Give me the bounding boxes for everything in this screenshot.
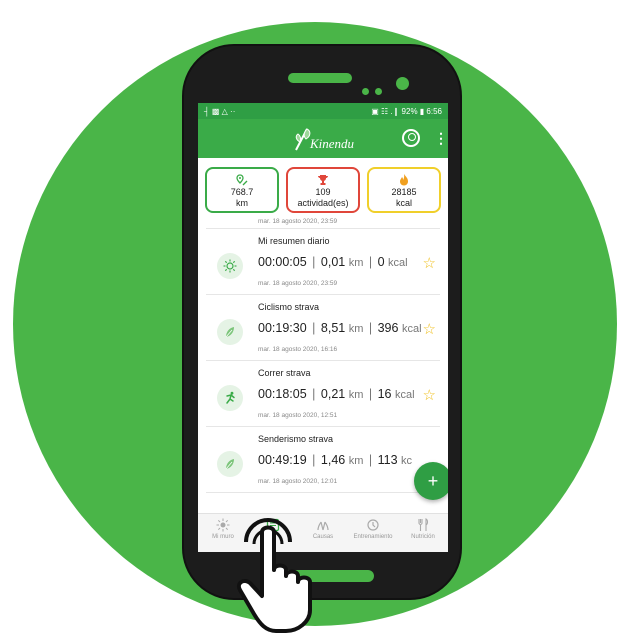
separator: | (312, 453, 316, 467)
activity-kcal: 16 (377, 387, 392, 401)
stats-row: 768.7 km 109 actividad(es) 28185 kcal (198, 158, 448, 217)
activity-date: mar. 18 agosto 2020, 23:59 (258, 280, 338, 287)
activity-time: 00:49:19 (258, 453, 307, 467)
activity-name: Senderismo strava (258, 434, 334, 444)
distance-unit: km (348, 257, 364, 269)
stat-activities-card[interactable]: 109 actividad(es) (286, 167, 360, 213)
distance-unit: km (348, 389, 364, 401)
activity-name: Correr strava (258, 368, 311, 378)
status-right-text: ▣ ☷ .❙ 92% ▮ 6:56 (371, 106, 442, 116)
status-bar: ┤ ▩ △ ·· ▣ ☷ .❙ 92% ▮ 6:56 (198, 103, 448, 119)
sun-icon (217, 253, 243, 279)
separator: | (312, 321, 316, 335)
add-activity-button[interactable]: + (414, 462, 448, 500)
running-icon (217, 385, 243, 411)
stat-kcal-card[interactable]: 28185 kcal (367, 167, 441, 213)
separator: | (312, 255, 316, 269)
training-icon (367, 519, 379, 531)
favorite-star-icon[interactable]: ☆ (423, 254, 436, 272)
phone-sensor (375, 88, 382, 95)
favorite-star-icon[interactable]: ☆ (423, 386, 436, 404)
activity-values: 00:49:19 | 1,46 km | 113 kc (258, 453, 412, 467)
list-item[interactable]: Senderismo strava 00:49:19 | 1,46 km | 1… (206, 427, 440, 493)
phone-sensor (362, 88, 369, 95)
activity-values: 00:19:30 | 8,51 km | 396 kcal (258, 321, 422, 335)
nav-label: Entrenamiento (353, 534, 393, 540)
activity-time: 00:00:05 (258, 255, 307, 269)
app-bar: Kinendu ⋮ (198, 119, 448, 158)
activity-kcal: 113 (377, 453, 398, 467)
list-item[interactable]: Correr strava 00:18:05 | 0,21 km | 16 kc… (206, 361, 440, 427)
favorite-star-icon[interactable]: ☆ (423, 320, 436, 338)
list-item[interactable]: Ciclismo strava 00:19:30 | 8,51 km | 396… (206, 295, 440, 361)
activity-values: 00:18:05 | 0,21 km | 16 kcal (258, 387, 415, 401)
stat-activities-value: 109 (315, 186, 331, 197)
kcal-unit: kcal (401, 323, 422, 335)
list-item-date: mar. 18 agosto 2020, 23:59 (206, 217, 440, 229)
stat-distance-unit: km (236, 197, 248, 208)
activity-list: mar. 18 agosto 2020, 23:59 Mi resumen di… (198, 217, 448, 493)
leaf-icon (217, 451, 243, 477)
nav-label: Nutrición (411, 534, 435, 540)
distance-unit: km (348, 323, 364, 335)
activity-time: 00:19:30 (258, 321, 307, 335)
leaf-icon (217, 319, 243, 345)
kcal-unit: kcal (395, 389, 415, 401)
nav-label: Mi muro (212, 534, 234, 540)
activity-kcal: 396 (377, 321, 399, 335)
activity-distance: 1,46 (320, 453, 346, 467)
stat-distance-card[interactable]: 768.7 km (205, 167, 279, 213)
kcal-unit: kc (401, 455, 413, 467)
sun-icon (216, 518, 230, 532)
separator: | (368, 255, 373, 269)
cutlery-icon (418, 518, 429, 531)
separator: | (368, 387, 373, 401)
promo-illustration: ┤ ▩ △ ·· ▣ ☷ .❙ 92% ▮ 6:56 Kinendu ⋮ 768… (0, 0, 626, 633)
activity-date: mar. 18 agosto 2020, 16:16 (258, 346, 338, 353)
tap-hand-icon (237, 518, 312, 633)
distance-pin-icon (236, 173, 248, 185)
activity-date: mar. 18 agosto 2020, 12:01 (258, 478, 338, 485)
separator: | (368, 321, 373, 335)
activity-name: Ciclismo strava (258, 302, 320, 312)
separator: | (368, 453, 373, 467)
nav-item-entrenamiento[interactable]: Entrenamiento (349, 518, 397, 540)
activity-date: mar. 18 agosto 2020, 12:51 (258, 412, 338, 419)
stat-distance-value: 768.7 (230, 186, 254, 197)
activity-distance: 8,51 (320, 321, 346, 335)
activity-distance: 0,01 (320, 255, 346, 269)
status-left-icons: ┤ ▩ △ ·· (204, 106, 236, 116)
activity-distance: 0,21 (320, 387, 346, 401)
stat-kcal-unit: kcal (395, 198, 412, 208)
flame-icon (400, 174, 408, 186)
activity-values: 00:00:05 | 0,01 km | 0 kcal (258, 255, 408, 269)
separator: | (312, 387, 316, 401)
phone-speaker (288, 73, 352, 83)
activity-name: Mi resumen diario (258, 236, 330, 246)
phone-camera (396, 77, 409, 90)
app-screen: ┤ ▩ △ ·· ▣ ☷ .❙ 92% ▮ 6:56 Kinendu ⋮ 768… (198, 103, 448, 552)
account-icon[interactable] (402, 129, 420, 147)
app-logo: Kinendu (292, 126, 354, 152)
distance-unit: km (348, 455, 364, 467)
trophy-icon (318, 174, 328, 185)
phone-frame: ┤ ▩ △ ·· ▣ ☷ .❙ 92% ▮ 6:56 Kinendu ⋮ 768… (182, 44, 462, 600)
activity-time: 00:18:05 (258, 387, 307, 401)
stat-kcal-value: 28185 (391, 187, 417, 197)
app-logo-text: Kinendu (309, 135, 355, 151)
kcal-unit: kcal (388, 257, 408, 269)
activity-kcal: 0 (377, 255, 385, 269)
stat-activities-unit: actividad(es) (297, 197, 349, 208)
list-item[interactable]: Mi resumen diario 00:00:05 | 0,01 km | 0… (206, 229, 440, 295)
more-vert-icon[interactable]: ⋮ (434, 130, 448, 146)
nav-item-nutricion[interactable]: Nutrición (399, 518, 447, 540)
